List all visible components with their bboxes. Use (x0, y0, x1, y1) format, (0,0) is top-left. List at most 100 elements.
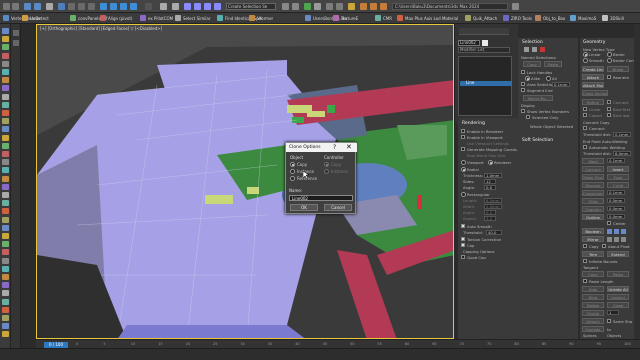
tool-icon[interactable] (2, 110, 9, 116)
material-editor-icon[interactable] (348, 3, 355, 10)
script-button-icon[interactable] (249, 15, 255, 21)
tool-icon[interactable] (2, 257, 9, 264)
viewport-orthographic[interactable]: [+] [Orthographic] [Standard] [Edged Fac… (36, 24, 454, 339)
angle2-spinner[interactable]: 0.0 (484, 210, 496, 215)
rectangular-radio[interactable] (461, 192, 466, 197)
close-icon[interactable]: ✕ (346, 143, 352, 151)
object-name-field[interactable]: Line002 (458, 40, 480, 46)
dialog-title-bar[interactable]: Clone Options ? ✕ (286, 143, 357, 152)
tool-icon[interactable] (2, 241, 9, 248)
tool-icon[interactable] (2, 233, 9, 239)
spinner-snap-icon[interactable] (214, 3, 221, 10)
undo-icon[interactable] (3, 3, 10, 10)
reference-coord-icon[interactable] (145, 3, 152, 10)
alike-radio[interactable] (525, 76, 530, 81)
object-copy-radio[interactable] (290, 162, 295, 167)
script-button-icon[interactable] (535, 15, 541, 21)
curve-editor-icon[interactable] (326, 3, 333, 10)
mirror-horizontal-icon[interactable] (607, 237, 612, 242)
scale-icon[interactable] (120, 3, 127, 10)
tool-icon[interactable] (2, 126, 9, 133)
renderer-radio[interactable] (488, 160, 493, 165)
spline-mode-icon[interactable] (540, 47, 545, 52)
select-by-button[interactable]: Select By... (523, 95, 553, 101)
chamfer-spinner[interactable]: 0.0mm (607, 206, 625, 211)
stack-item-line[interactable]: Line (460, 81, 512, 86)
enable-viewport-checkbox[interactable] (461, 135, 465, 139)
redo-icon[interactable] (12, 3, 19, 10)
radial-radio[interactable] (461, 167, 466, 172)
fillet-spinner[interactable]: 0.0mm (607, 198, 625, 203)
tool-icon[interactable] (2, 101, 9, 108)
selected-only-checkbox[interactable] (526, 115, 530, 119)
tool-icon[interactable] (2, 36, 9, 43)
trim-button[interactable]: Trim (582, 251, 604, 257)
script-button-label[interactable]: Max Plus Axis Lod Material (405, 16, 458, 21)
tool-icon[interactable] (2, 265, 9, 272)
select-object-icon[interactable] (58, 3, 65, 10)
aspect-spinner[interactable]: 3.0 (484, 216, 496, 221)
reverse-button[interactable]: Reverse (582, 182, 604, 188)
script-button-label[interactable]: Align (pivot) (108, 16, 132, 21)
boolean-intersect-icon[interactable] (621, 229, 626, 234)
auto-weld-checkbox[interactable] (583, 145, 587, 149)
center-checkbox[interactable] (607, 221, 611, 225)
tool-icon[interactable] (2, 142, 9, 149)
link-icon[interactable] (24, 3, 31, 10)
divide-spinner[interactable]: 1 (607, 310, 619, 315)
script-button-label[interactable]: UnDetect (30, 16, 49, 21)
tool-icon[interactable] (2, 134, 9, 141)
enable-renderer-checkbox[interactable] (461, 129, 465, 133)
selection-region-icon[interactable] (78, 3, 85, 10)
boolean-union-icon[interactable] (607, 229, 612, 234)
paste-length-checkbox[interactable] (583, 279, 587, 283)
mirror-button[interactable]: Mirror (582, 236, 604, 242)
closed-checkbox[interactable] (583, 113, 587, 117)
make-first-button[interactable]: Make First (582, 174, 604, 180)
script-button-icon[interactable] (70, 15, 76, 21)
script-button-icon[interactable] (305, 15, 311, 21)
fillet-button[interactable]: Fillet (582, 198, 604, 204)
area-selection-spinner[interactable]: 0.1mm (552, 82, 570, 87)
break-button[interactable]: Break (607, 66, 629, 72)
script-button-label[interactable]: Obj_to_Box (543, 16, 565, 21)
name-input[interactable]: Line002 (289, 195, 353, 201)
layout-icon[interactable] (13, 30, 19, 36)
refine-button[interactable]: Refine (582, 99, 604, 105)
script-button-icon[interactable] (22, 15, 28, 21)
script-button-icon[interactable] (3, 15, 9, 21)
unhide-all-button[interactable]: Unhide All (607, 286, 629, 292)
tool-icon[interactable] (2, 306, 9, 313)
segment-end-checkbox[interactable] (521, 88, 525, 92)
tool-icon[interactable] (2, 60, 9, 67)
bind-last-checkbox[interactable] (607, 113, 611, 117)
script-button-label[interactable]: CMR (383, 16, 392, 21)
tool-icon[interactable] (2, 192, 9, 198)
segment-mode-icon[interactable] (532, 47, 537, 52)
copy-selection-button[interactable]: Copy (523, 61, 541, 67)
gen-mapping-checkbox[interactable] (461, 147, 465, 151)
tool-icon[interactable] (2, 159, 9, 166)
unlink-icon[interactable] (34, 3, 41, 10)
tool-icon[interactable] (2, 44, 9, 51)
project-path-field[interactable]: C:\Users\Baku3\Documents\3ds Max 2024 (392, 3, 508, 10)
snaps-toggle-icon[interactable] (184, 3, 191, 10)
modifier-list-dropdown[interactable]: Modifier List (458, 47, 510, 53)
lock-handles-checkbox[interactable] (521, 70, 525, 74)
fuse-button[interactable]: Fuse (607, 174, 629, 180)
quad-cap-checkbox[interactable] (461, 255, 465, 259)
bezier-corner-radio[interactable] (607, 58, 612, 63)
tangent-paste-button[interactable]: Paste (607, 271, 629, 277)
boolean-button[interactable]: Boolean (582, 228, 604, 234)
pivot-center-icon[interactable] (160, 3, 167, 10)
paste-selection-button[interactable]: Paste (544, 61, 562, 67)
object-color-swatch[interactable] (482, 40, 488, 46)
connect-button[interactable]: Connect (582, 166, 604, 172)
chamfer-button[interactable]: Chamfer (582, 206, 604, 212)
insert-button[interactable]: Insert (607, 166, 629, 172)
delete-button[interactable]: Delete (582, 302, 604, 308)
script-button-icon[interactable] (397, 15, 403, 21)
tool-icon[interactable] (2, 315, 9, 321)
tool-icon[interactable] (2, 118, 9, 125)
viewport-radio[interactable] (461, 160, 466, 165)
